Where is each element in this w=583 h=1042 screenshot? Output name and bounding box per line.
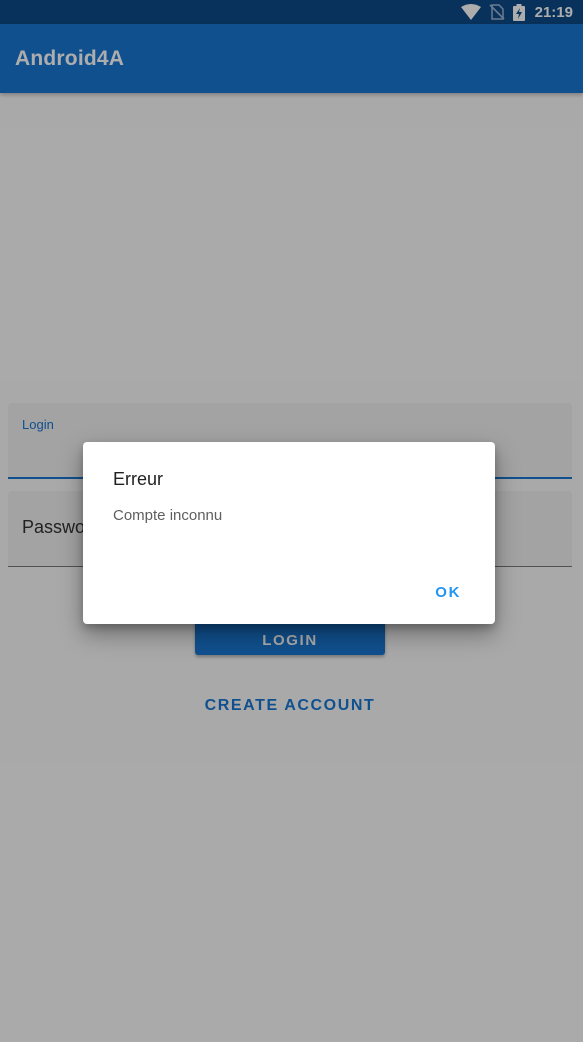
ok-button[interactable]: OK <box>429 580 467 605</box>
dialog-title: Erreur <box>113 469 164 489</box>
error-dialog: Erreur Compte inconnu OK <box>83 442 495 624</box>
dialog-message: Compte inconnu <box>113 507 223 524</box>
